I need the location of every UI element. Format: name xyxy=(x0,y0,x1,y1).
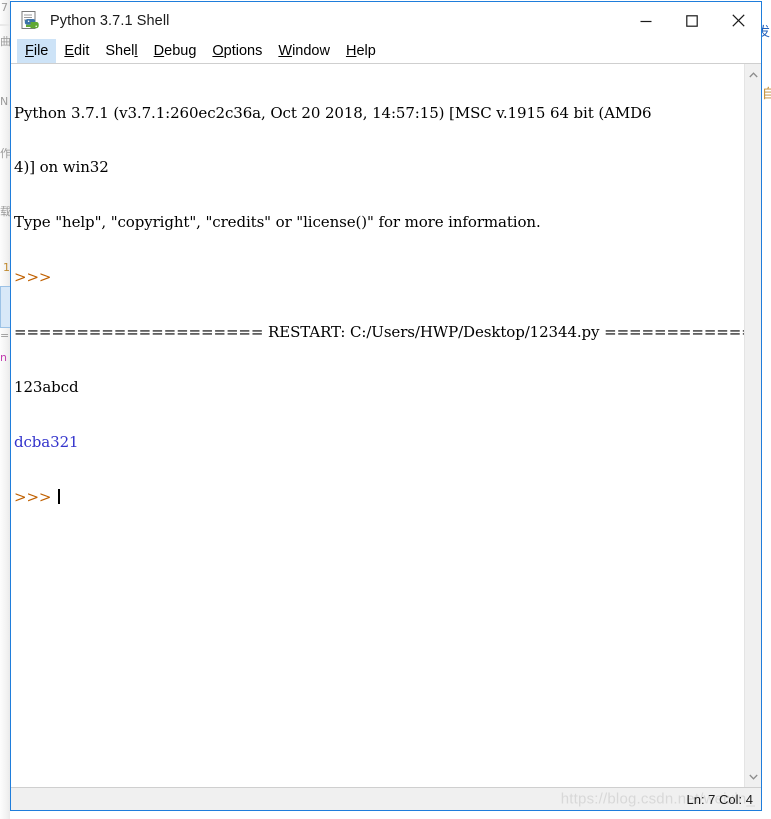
shell-scrollbar[interactable] xyxy=(744,64,761,787)
cursor-position-indicator: Ln: 7 Col: 4 xyxy=(686,791,754,807)
shell-line: Python 3.7.1 (v3.7.1:260ec2c36a, Oct 20 … xyxy=(14,103,652,122)
python-idle-icon xyxy=(20,10,42,32)
background-glyph: 自 xyxy=(762,87,771,102)
menu-item-edit[interactable]: Edit xyxy=(56,39,97,63)
menu-mnemonic: H xyxy=(345,43,357,59)
menu-item-label: Shel xyxy=(105,43,135,59)
menu-item-options[interactable]: Options xyxy=(204,39,270,63)
window-title: Python 3.7.1 Shell xyxy=(50,12,170,29)
menu-bar: File Edit Shell Debug Options Window Hel… xyxy=(11,39,761,64)
shell-prompt: >>> xyxy=(14,268,57,287)
menu-item-file[interactable]: File xyxy=(17,39,57,63)
title-bar[interactable]: Python 3.7.1 Shell xyxy=(11,2,761,39)
menu-mnemonic: F xyxy=(25,43,34,59)
background-glyph: 1 xyxy=(3,262,10,273)
chevron-down-icon[interactable] xyxy=(745,768,762,785)
menu-item-label: indow xyxy=(292,43,330,59)
menu-item-label: ile xyxy=(33,43,49,59)
menu-item-shell[interactable]: Shell xyxy=(97,39,145,63)
background-divider xyxy=(0,24,10,26)
status-bar: https://blog.csdn.net/weixin_ Ln: 7 Col:… xyxy=(11,787,761,810)
shell-output-line: dcba321 xyxy=(14,432,79,451)
menu-mnemonic: O xyxy=(212,43,224,59)
background-left-column xyxy=(0,0,10,819)
close-button[interactable] xyxy=(715,2,761,39)
shell-output-area[interactable]: Python 3.7.1 (v3.7.1:260ec2c36a, Oct 20 … xyxy=(11,64,744,787)
menu-mnemonic: E xyxy=(64,43,75,59)
chevron-up-icon[interactable] xyxy=(745,66,762,83)
menu-item-debug[interactable]: Debug xyxy=(146,39,205,63)
shell-line: 4)] on win32 xyxy=(14,158,109,177)
background-glyph: 7 xyxy=(1,2,8,13)
menu-item-label: elp xyxy=(356,43,376,59)
menu-item-label: ptions xyxy=(223,43,263,59)
shell-line: Type "help", "copyright", "credits" or "… xyxy=(14,213,541,232)
menu-item-label: ebug xyxy=(164,43,197,59)
shell-body: Python 3.7.1 (v3.7.1:260ec2c36a, Oct 20 … xyxy=(11,64,761,787)
background-glyph: n xyxy=(0,352,7,363)
maximize-button[interactable] xyxy=(669,2,715,39)
background-glyph: N xyxy=(0,96,9,107)
shell-line: 123abcd xyxy=(14,378,79,397)
menu-item-help[interactable]: Help xyxy=(338,39,384,63)
shell-restart-line: ==================== RESTART: C:/Users/H… xyxy=(14,323,744,342)
background-glyph: = xyxy=(0,330,10,341)
menu-mnemonic: W xyxy=(278,43,293,59)
menu-item-window[interactable]: Window xyxy=(270,39,338,63)
shell-prompt: >>> xyxy=(14,487,57,506)
menu-item-label: dit xyxy=(74,43,90,59)
window-controls xyxy=(623,2,761,39)
menu-mnemonic: D xyxy=(153,43,165,59)
minimize-button[interactable] xyxy=(623,2,669,39)
menu-mnemonic: l xyxy=(134,43,138,59)
text-cursor xyxy=(58,488,61,504)
python-shell-window: Python 3.7.1 Shell File Edit Shell Debug… xyxy=(10,1,762,811)
